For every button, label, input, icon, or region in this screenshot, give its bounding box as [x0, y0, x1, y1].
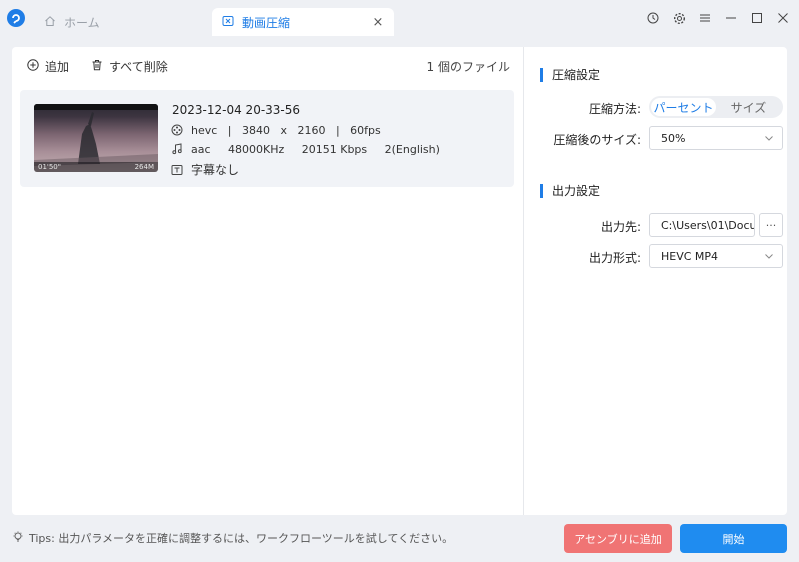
- compression-settings-title: 圧縮設定: [540, 68, 600, 82]
- output-destination-input[interactable]: [649, 213, 755, 237]
- start-button[interactable]: 開始: [680, 524, 787, 553]
- file-count: 1 個のファイル: [426, 60, 510, 74]
- chevron-down-icon: [764, 133, 774, 143]
- compress-icon: [222, 15, 234, 30]
- browse-folder-button[interactable]: ···: [759, 213, 783, 237]
- add-button[interactable]: 追加: [27, 58, 69, 75]
- output-format-label: 出力形式:: [588, 251, 641, 265]
- minimize-icon[interactable]: [723, 10, 739, 26]
- music-note-icon: [170, 142, 184, 156]
- video-thumbnail[interactable]: 01'50" 264M: [34, 104, 158, 172]
- history-icon[interactable]: [645, 10, 661, 26]
- output-destination-label: 出力先:: [600, 220, 641, 234]
- delete-all-button[interactable]: すべて削除: [91, 58, 168, 75]
- audio-info: aac 48000KHz 20151 Kbps 2(English): [191, 142, 440, 156]
- compressed-size-value: 50%: [661, 131, 686, 145]
- subtitle-info: 字幕なし: [191, 163, 240, 177]
- tab-home-label: ホーム: [64, 15, 100, 30]
- file-toolbar: 追加 すべて削除 1 個のファイル: [12, 47, 524, 85]
- subtitle-icon: [170, 163, 184, 177]
- tab-home[interactable]: ホーム: [36, 8, 206, 36]
- compression-method-label: 圧縮方法:: [588, 102, 641, 116]
- tab-video-compress-label: 動画圧縮: [242, 15, 291, 30]
- title-bar: ホーム 動画圧縮 ×: [0, 0, 799, 36]
- output-format-select[interactable]: HEVC MP4: [649, 244, 783, 268]
- file-item[interactable]: 01'50" 264M 2023-12-04 20-33-56 hevc | 3…: [20, 90, 514, 187]
- file-list-pane: 追加 すべて削除 1 個のファイル 01'50" 264M 2023-12-04…: [12, 47, 524, 515]
- compressed-size-label: 圧縮後のサイズ:: [553, 133, 641, 147]
- film-reel-icon: [170, 123, 184, 137]
- app-logo-icon: [7, 9, 25, 27]
- output-format-value: HEVC MP4: [661, 249, 719, 263]
- compression-method-toggle: パーセント サイズ: [649, 96, 783, 118]
- lightbulb-icon: [12, 531, 24, 546]
- settings-pane: 圧縮設定 圧縮方法: パーセント サイズ 圧縮後のサイズ: 50% 出力設定 出…: [525, 47, 787, 515]
- tips-bar: Tips: 出力パラメータを正確に調整するには、ワークフローツールを試してくださ…: [12, 530, 453, 546]
- add-button-label: 追加: [45, 59, 70, 74]
- tab-video-compress[interactable]: 動画圧縮 ×: [212, 8, 394, 36]
- output-settings-title: 出力設定: [540, 184, 600, 198]
- close-window-icon[interactable]: [775, 10, 791, 26]
- delete-all-label: すべて削除: [109, 59, 168, 74]
- add-to-assembly-button[interactable]: アセンブリに追加: [564, 524, 672, 553]
- video-size: 264M: [134, 163, 154, 171]
- audio-info-row: aac 48000KHz 20151 Kbps 2(English): [170, 142, 440, 156]
- method-size-option[interactable]: サイズ: [716, 98, 781, 116]
- method-percent-option[interactable]: パーセント: [651, 98, 716, 116]
- maximize-icon[interactable]: [749, 10, 765, 26]
- video-info: hevc | 3840 x 2160 | 60fps: [191, 123, 381, 137]
- compressed-size-select[interactable]: 50%: [649, 126, 783, 150]
- gear-icon[interactable]: [671, 10, 687, 26]
- menu-icon[interactable]: [697, 10, 713, 26]
- chevron-down-icon: [764, 251, 774, 261]
- tab-close-icon[interactable]: ×: [370, 14, 386, 30]
- trash-icon: [91, 59, 103, 74]
- subtitle-info-row: 字幕なし: [170, 161, 239, 178]
- file-name: 2023-12-04 20-33-56: [172, 103, 301, 117]
- video-info-row: hevc | 3840 x 2160 | 60fps: [170, 123, 381, 137]
- home-icon: [44, 15, 56, 30]
- tips-text: Tips: 出力パラメータを正確に調整するには、ワークフローツールを試してくださ…: [29, 532, 454, 545]
- main-panel: 追加 すべて削除 1 個のファイル 01'50" 264M 2023-12-04…: [12, 47, 787, 515]
- plus-circle-icon: [27, 58, 39, 74]
- video-duration: 01'50": [38, 163, 61, 171]
